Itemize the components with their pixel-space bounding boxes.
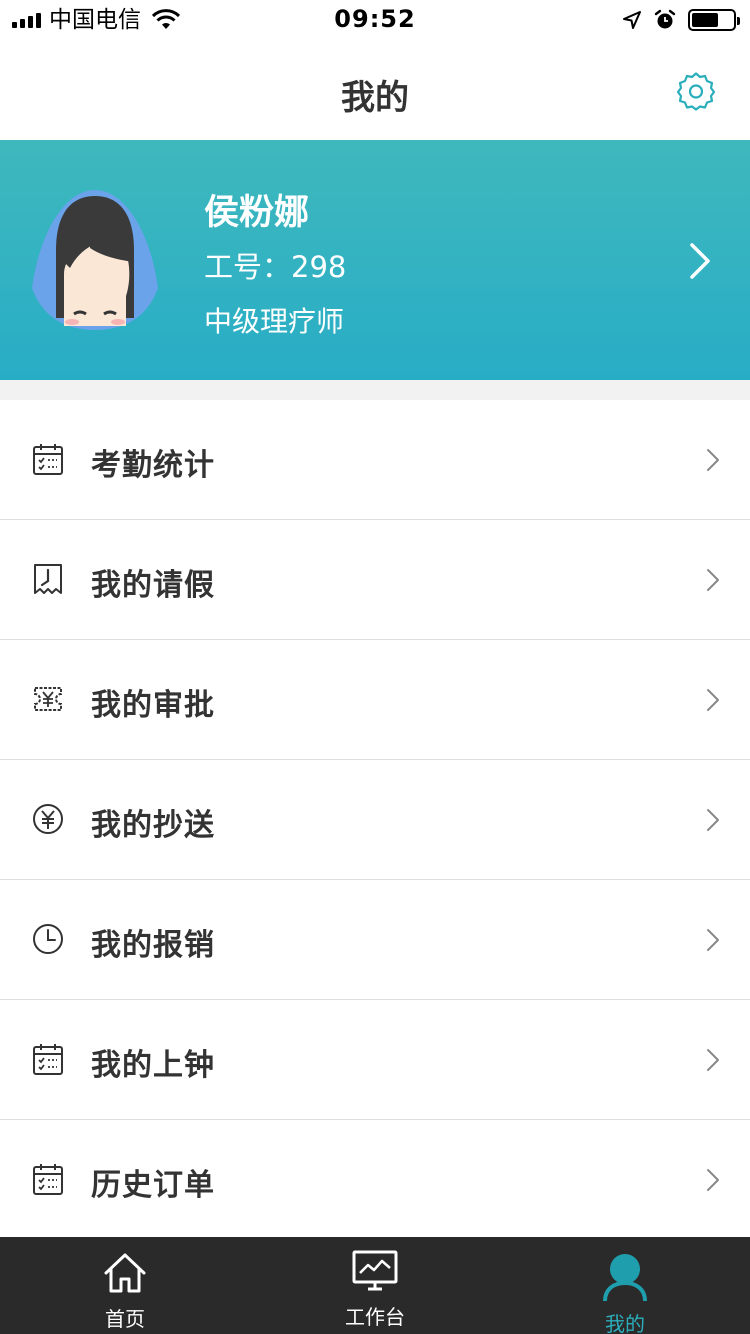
menu-item-label: 我的请假 xyxy=(91,568,215,603)
menu-item-label: 我的上钟 xyxy=(91,1048,215,1083)
profile-name: 侯粉娜 xyxy=(204,193,310,233)
calendar-check-icon xyxy=(33,1044,63,1075)
tab-workbench[interactable]: 工作台 xyxy=(250,1237,500,1334)
menu-item-label: 我的报销 xyxy=(91,928,215,963)
chevron-right-icon xyxy=(707,569,719,591)
tab-bar: 首页 工作台 我的 xyxy=(0,1237,750,1334)
menu-item-label: 历史订单 xyxy=(91,1168,215,1203)
menu-list: 考勤统计 我的请假 我的审批 我的抄送 我的报销 我的上钟 历史订单 xyxy=(0,400,750,1237)
profile-card[interactable]: 侯粉娜 工号：298 中级理疗师 xyxy=(0,140,750,380)
avatar xyxy=(32,190,158,330)
chevron-right-icon xyxy=(707,929,719,951)
status-bar: 中国电信 09:52 xyxy=(0,0,750,40)
status-right xyxy=(622,8,740,32)
gear-icon[interactable] xyxy=(676,72,716,112)
profile-employee-id: 工号：298 xyxy=(204,250,347,284)
menu-item-label: 我的抄送 xyxy=(91,808,215,843)
menu-item-order-history[interactable]: 历史订单 xyxy=(0,1120,750,1237)
monitor-chart-icon xyxy=(352,1250,398,1291)
tab-home[interactable]: 首页 xyxy=(0,1237,250,1334)
chevron-right-icon xyxy=(707,809,719,831)
clock-icon xyxy=(33,924,63,954)
user-icon xyxy=(603,1254,647,1301)
menu-item-label: 我的审批 xyxy=(91,688,215,723)
tab-label: 首页 xyxy=(105,1307,145,1331)
screen: 中国电信 09:52 我的 侯粉娜 工号：298 中级理疗师 考勤统计 我的请假… xyxy=(0,0,750,1334)
menu-item-clock-in[interactable]: 我的上钟 xyxy=(0,1000,750,1120)
chevron-right-icon xyxy=(707,689,719,711)
calendar-check-icon xyxy=(33,1164,63,1195)
menu-item-label: 考勤统计 xyxy=(91,448,215,483)
menu-item-reimbursement[interactable]: 我的报销 xyxy=(0,880,750,1000)
chevron-right-icon xyxy=(690,243,710,279)
page-title: 我的 xyxy=(341,78,409,118)
location-arrow-icon xyxy=(623,11,641,29)
battery-icon xyxy=(688,9,740,31)
calendar-check-icon xyxy=(33,444,63,475)
profile-job-title: 中级理疗师 xyxy=(204,305,345,338)
chevron-right-icon xyxy=(707,449,719,471)
chevron-right-icon xyxy=(707,1169,719,1191)
home-icon xyxy=(104,1253,146,1293)
chevron-right-icon xyxy=(707,1049,719,1071)
menu-item-attendance[interactable]: 考勤统计 xyxy=(0,400,750,520)
menu-item-cc[interactable]: 我的抄送 xyxy=(0,760,750,880)
tab-label: 工作台 xyxy=(345,1305,405,1329)
clock-ticket-icon xyxy=(34,564,62,594)
menu-item-leave[interactable]: 我的请假 xyxy=(0,520,750,640)
tab-mine[interactable]: 我的 xyxy=(500,1237,750,1334)
nav-bar: 我的 xyxy=(0,40,750,140)
alarm-icon xyxy=(654,9,676,29)
yuan-ticket-icon xyxy=(34,687,62,711)
yuan-circle-icon xyxy=(33,804,63,834)
tab-label: 我的 xyxy=(605,1312,645,1334)
menu-item-approval[interactable]: 我的审批 xyxy=(0,640,750,760)
